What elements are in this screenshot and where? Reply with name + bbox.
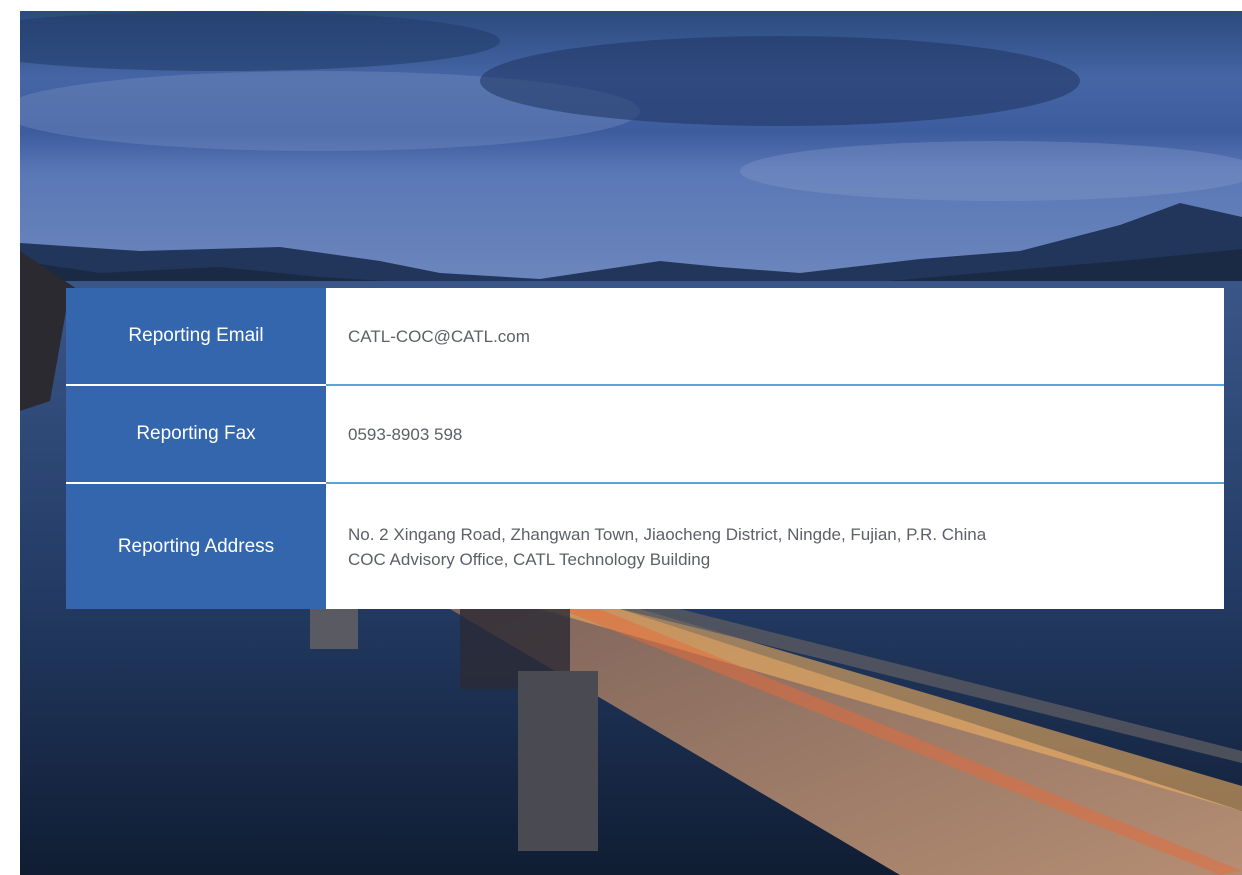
label-divider xyxy=(66,384,326,386)
fax-label: Reporting Fax xyxy=(66,386,326,482)
address-line-1: No. 2 Xingang Road, Zhangwan Town, Jiaoc… xyxy=(348,524,987,544)
label-divider xyxy=(66,482,326,484)
address-row: Reporting Address No. 2 Xingang Road, Zh… xyxy=(66,484,1224,609)
address-value: No. 2 Xingang Road, Zhangwan Town, Jiaoc… xyxy=(326,484,1224,609)
fax-value: 0593-8903 598 xyxy=(326,386,1224,482)
email-value[interactable]: CATL-COC@CATL.com xyxy=(326,288,1224,384)
email-label: Reporting Email xyxy=(66,288,326,384)
contact-table: Reporting Email CATL-COC@CATL.com Report… xyxy=(66,288,1224,609)
email-row: Reporting Email CATL-COC@CATL.com xyxy=(66,288,1224,384)
fax-row: Reporting Fax 0593-8903 598 xyxy=(66,386,1224,482)
address-label: Reporting Address xyxy=(66,484,326,609)
email-value-line[interactable]: CATL-COC@CATL.com xyxy=(348,324,1224,349)
fax-value-line: 0593-8903 598 xyxy=(348,424,463,444)
address-line-2: COC Advisory Office, CATL Technology Bui… xyxy=(348,549,711,569)
